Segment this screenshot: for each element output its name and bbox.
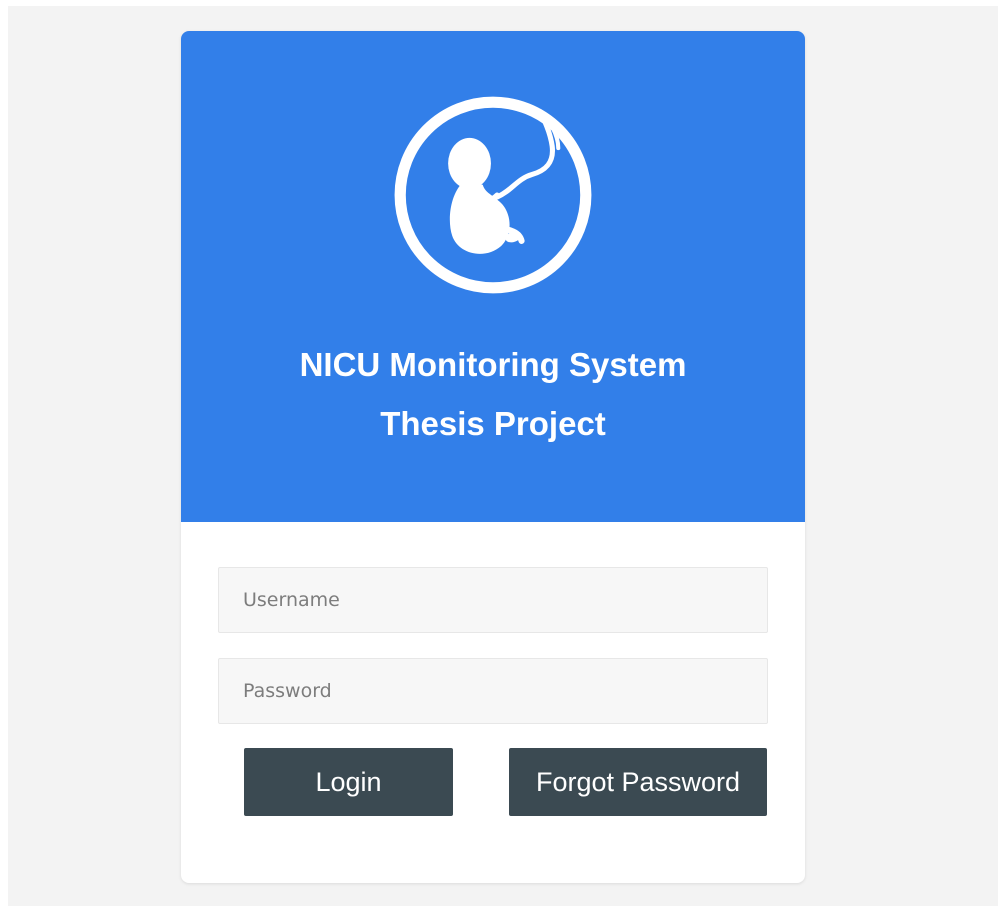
login-button[interactable]: Login xyxy=(244,748,453,816)
username-input[interactable] xyxy=(218,567,768,633)
fetus-icon xyxy=(394,96,592,294)
forgot-password-button[interactable]: Forgot Password xyxy=(509,748,767,816)
page-background: NICU Monitoring System Thesis Project Lo… xyxy=(8,6,998,906)
app-subtitle: Thesis Project xyxy=(380,405,606,442)
card-header: NICU Monitoring System Thesis Project xyxy=(181,31,805,522)
password-input[interactable] xyxy=(218,658,768,724)
app-title: NICU Monitoring System xyxy=(299,346,687,383)
login-card: NICU Monitoring System Thesis Project Lo… xyxy=(181,31,805,883)
